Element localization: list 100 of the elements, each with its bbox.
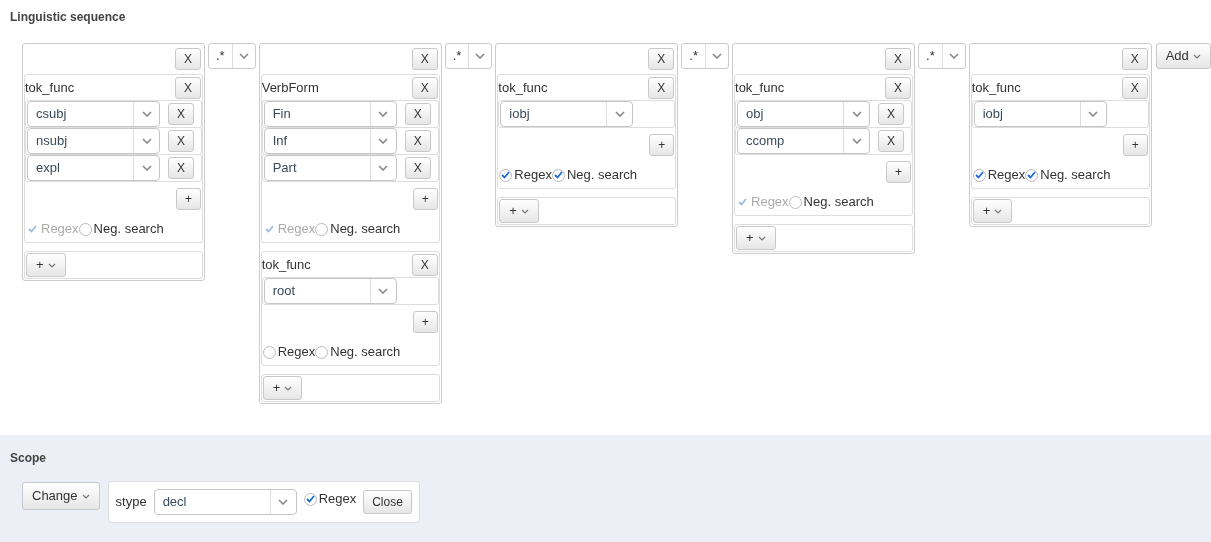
checkbox-label: Neg. search <box>803 193 874 212</box>
remove-button[interactable]: X <box>648 76 675 99</box>
checkbox[interactable] <box>78 222 92 236</box>
checkbox-label: Regex <box>318 490 357 509</box>
chevron-icon <box>712 53 722 59</box>
remove-button[interactable]: X <box>878 130 905 152</box>
chevron-icon <box>238 53 249 59</box>
operator-dropdown[interactable]: .* <box>918 43 966 69</box>
dropdown-field[interactable]: Part <box>263 155 397 181</box>
remove-button[interactable]: X <box>411 48 438 70</box>
operator-dropdown[interactable]: .* <box>208 43 256 69</box>
add-value-button[interactable]: + <box>412 188 438 210</box>
chevron-icon <box>851 111 862 117</box>
checkbox-label: Regex <box>987 166 1026 185</box>
add-condition-button[interactable]: + <box>499 199 539 223</box>
remove-button[interactable]: X <box>885 48 911 70</box>
checkbox[interactable] <box>262 345 276 359</box>
chevron-icon <box>948 53 959 59</box>
chevron-icon <box>141 138 152 144</box>
add-value-button[interactable]: + <box>176 188 201 210</box>
checkbox[interactable] <box>551 168 565 182</box>
dropdown-field[interactable]: iobj <box>500 101 634 127</box>
add-condition-button[interactable]: + <box>262 376 303 400</box>
chevron-icon <box>141 111 152 117</box>
remove-button[interactable]: X <box>404 157 431 179</box>
checkbox[interactable] <box>1025 168 1039 182</box>
remove-button[interactable]: X <box>404 130 431 152</box>
dropdown-field[interactable]: iobj <box>973 101 1107 127</box>
chevron-icon <box>1192 53 1201 59</box>
chevron-icon <box>284 385 293 391</box>
chevron-icon <box>378 111 389 117</box>
close-button[interactable]: Close <box>363 490 412 514</box>
chevron-icon <box>81 493 90 499</box>
dropdown-field[interactable]: expl <box>27 155 160 181</box>
chevron-icon <box>378 165 389 171</box>
checkbox-label: Regex <box>277 343 316 362</box>
add-condition-button[interactable]: + <box>26 253 66 277</box>
operator-dropdown[interactable]: .* <box>444 43 493 69</box>
checkbox-label: Neg. search <box>330 220 401 239</box>
remove-button[interactable]: X <box>411 76 438 99</box>
checkbox[interactable] <box>972 168 986 182</box>
dropdown-field[interactable]: ccomp <box>737 128 870 154</box>
checkbox-label: Regex <box>41 220 79 239</box>
checkbox[interactable] <box>499 168 513 182</box>
checkbox-label: Neg. search <box>566 166 637 185</box>
checkbox[interactable] <box>315 222 329 236</box>
remove-button[interactable]: X <box>404 103 431 125</box>
condition-name: tok_func <box>971 78 1021 97</box>
chevron-icon <box>378 288 389 294</box>
checkbox-label: Neg. search <box>93 220 164 239</box>
chevron-icon <box>141 165 152 171</box>
dropdown-field[interactable]: Inf <box>263 128 397 154</box>
remove-button[interactable]: X <box>1121 76 1148 99</box>
chevron-icon <box>1088 111 1099 117</box>
checkbox[interactable] <box>303 492 317 506</box>
checkbox-label: Regex <box>514 166 552 185</box>
remove-button[interactable]: X <box>168 157 194 179</box>
condition-name: tok_func <box>25 78 75 97</box>
add-condition-button[interactable]: + <box>972 199 1013 223</box>
add-value-button[interactable]: + <box>886 161 911 183</box>
add-condition-button[interactable]: + <box>736 226 776 250</box>
dropdown-field[interactable]: nsubj <box>27 128 160 154</box>
add-value-button[interactable]: + <box>649 134 675 156</box>
add-token-button[interactable]: Add <box>1155 43 1211 69</box>
section-title: Scope <box>10 450 46 467</box>
chevron-icon <box>475 53 486 59</box>
condition-name: tok_func <box>261 255 311 274</box>
dropdown-field[interactable]: csubj <box>27 101 160 127</box>
dropdown-field[interactable]: Fin <box>263 101 397 127</box>
field-label: stype <box>115 493 147 512</box>
dropdown-field[interactable]: obj <box>737 101 870 127</box>
remove-button[interactable]: X <box>175 48 201 70</box>
checkbox[interactable] <box>315 345 329 359</box>
chevron-icon <box>278 499 289 505</box>
remove-button[interactable]: X <box>175 76 201 99</box>
remove-button[interactable]: X <box>411 253 438 276</box>
chevron-icon <box>851 138 862 144</box>
chevron-icon <box>520 208 529 214</box>
operator-dropdown[interactable]: .* <box>681 43 729 69</box>
remove-button[interactable]: X <box>878 103 905 125</box>
change-button[interactable]: Change <box>22 482 100 510</box>
checkbox-label: Regex <box>277 220 316 239</box>
remove-button[interactable]: X <box>168 103 194 125</box>
remove-button[interactable]: X <box>1121 48 1148 70</box>
checkbox[interactable] <box>788 195 802 209</box>
add-value-button[interactable]: + <box>1122 134 1148 156</box>
condition-name: tok_func <box>735 78 785 97</box>
chevron-icon <box>994 208 1003 214</box>
dropdown-field[interactable]: root <box>263 278 397 304</box>
add-value-button[interactable]: + <box>412 311 438 333</box>
condition-name: VerbForm <box>261 78 319 97</box>
remove-button[interactable]: X <box>885 76 911 99</box>
condition-name: tok_func <box>498 78 548 97</box>
chevron-icon <box>757 235 766 241</box>
chevron-icon <box>47 262 56 268</box>
chevron-icon <box>614 111 625 117</box>
dropdown-field[interactable]: decl <box>153 489 297 515</box>
remove-button[interactable]: X <box>648 48 675 70</box>
chevron-icon <box>378 138 389 144</box>
remove-button[interactable]: X <box>168 130 194 152</box>
